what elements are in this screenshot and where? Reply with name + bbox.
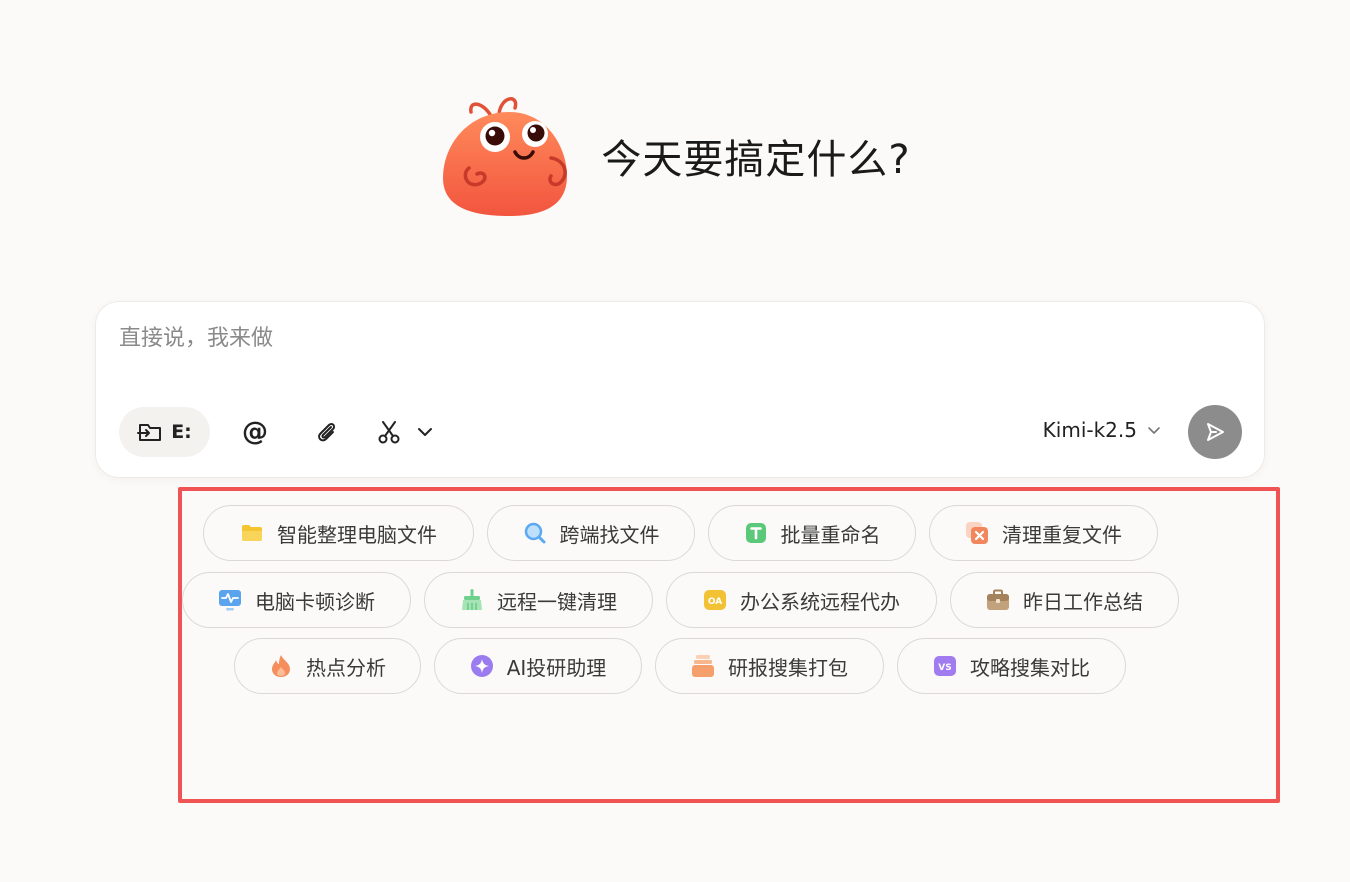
model-selector[interactable]: Kimi-k2.5: [1043, 418, 1161, 442]
suggestion-label: 热点分析: [306, 655, 386, 680]
suggestion-label: 批量重命名: [780, 522, 881, 547]
svg-text:OA: OA: [708, 597, 722, 607]
model-label: Kimi-k2.5: [1042, 418, 1137, 442]
duplicate-remove-icon: [966, 522, 988, 544]
stack-box-icon: [692, 655, 714, 677]
svg-text:VS: VS: [938, 663, 951, 673]
mascot-icon: [443, 97, 568, 216]
attach-file-button[interactable]: [308, 414, 344, 450]
oa-icon: OA: [704, 590, 726, 610]
working-directory-button[interactable]: E:: [119, 407, 210, 457]
suggestion-label: 跨端找文件: [559, 522, 660, 547]
suggestion-chip-find-files[interactable]: 跨端找文件: [487, 505, 695, 561]
magnifier-icon: [524, 522, 545, 544]
chevron-down-icon: [418, 428, 432, 436]
app-page: 今天要搞定什么? E: @: [0, 0, 1350, 882]
send-button[interactable]: [1188, 405, 1242, 459]
broom-icon: [462, 589, 482, 610]
send-icon: [1207, 423, 1224, 441]
suggestion-label: 昨日工作总结: [1023, 589, 1143, 614]
briefcase-icon: [987, 589, 1009, 610]
suggestion-label: 电脑卡顿诊断: [255, 589, 375, 614]
folder-icon: [242, 525, 262, 541]
suggestion-chip-organize-files[interactable]: 智能整理电脑文件: [203, 505, 474, 561]
clip-options-dropdown[interactable]: [411, 414, 439, 450]
suggestion-label: 远程一键清理: [497, 589, 617, 614]
folder-arrow-icon: [137, 424, 162, 441]
suggestion-label: AI投研助理: [506, 655, 607, 680]
suggestion-label: 攻略搜集对比: [970, 655, 1090, 680]
suggestion-chip-remote-cleanup[interactable]: 远程一键清理: [424, 572, 653, 628]
hero-section: 今天要搞定什么?: [0, 88, 1350, 223]
suggestion-chip-clean-duplicates[interactable]: 清理重复文件: [929, 505, 1158, 561]
text-t-icon: [745, 523, 766, 543]
scissors-icon: [378, 421, 400, 444]
at-icon: @: [242, 417, 268, 447]
suggestion-label: 智能整理电脑文件: [277, 522, 437, 547]
suggestion-chip-daily-summary[interactable]: 昨日工作总结: [950, 572, 1179, 628]
composer-card: E: @ Kimi-k2.5: [95, 301, 1265, 478]
suggestion-chip-batch-rename[interactable]: 批量重命名: [708, 505, 916, 561]
chevron-down-icon: [1148, 426, 1160, 434]
suggestion-label: 清理重复文件: [1002, 522, 1122, 547]
suggestion-label: 研报搜集打包: [728, 655, 848, 680]
flame-icon: [272, 655, 290, 677]
suggestion-chip-office-remote-tasks[interactable]: OA 办公系统远程代办: [666, 572, 937, 628]
screenshot-clip-button[interactable]: [371, 414, 407, 450]
monitor-pulse-icon: [219, 590, 241, 611]
paperclip-icon: [318, 422, 336, 442]
suggestion-chip-guide-comparison[interactable]: VS 攻略搜集对比: [897, 638, 1126, 694]
suggestion-chip-trend-analysis[interactable]: 热点分析: [234, 638, 421, 694]
prompt-input[interactable]: [119, 326, 1019, 351]
sparkle-icon: [470, 655, 493, 677]
suggestion-chip-ai-research[interactable]: AI投研助理: [434, 638, 642, 694]
suggestion-chip-report-packing[interactable]: 研报搜集打包: [655, 638, 884, 694]
suggestion-label: 办公系统远程代办: [740, 589, 900, 614]
suggestion-chip-lag-diagnosis[interactable]: 电脑卡顿诊断: [182, 572, 411, 628]
vs-icon: VS: [934, 656, 956, 676]
working-directory-label: E:: [171, 421, 192, 443]
mention-button[interactable]: @: [237, 414, 273, 450]
page-title: 今天要搞定什么?: [601, 136, 911, 183]
